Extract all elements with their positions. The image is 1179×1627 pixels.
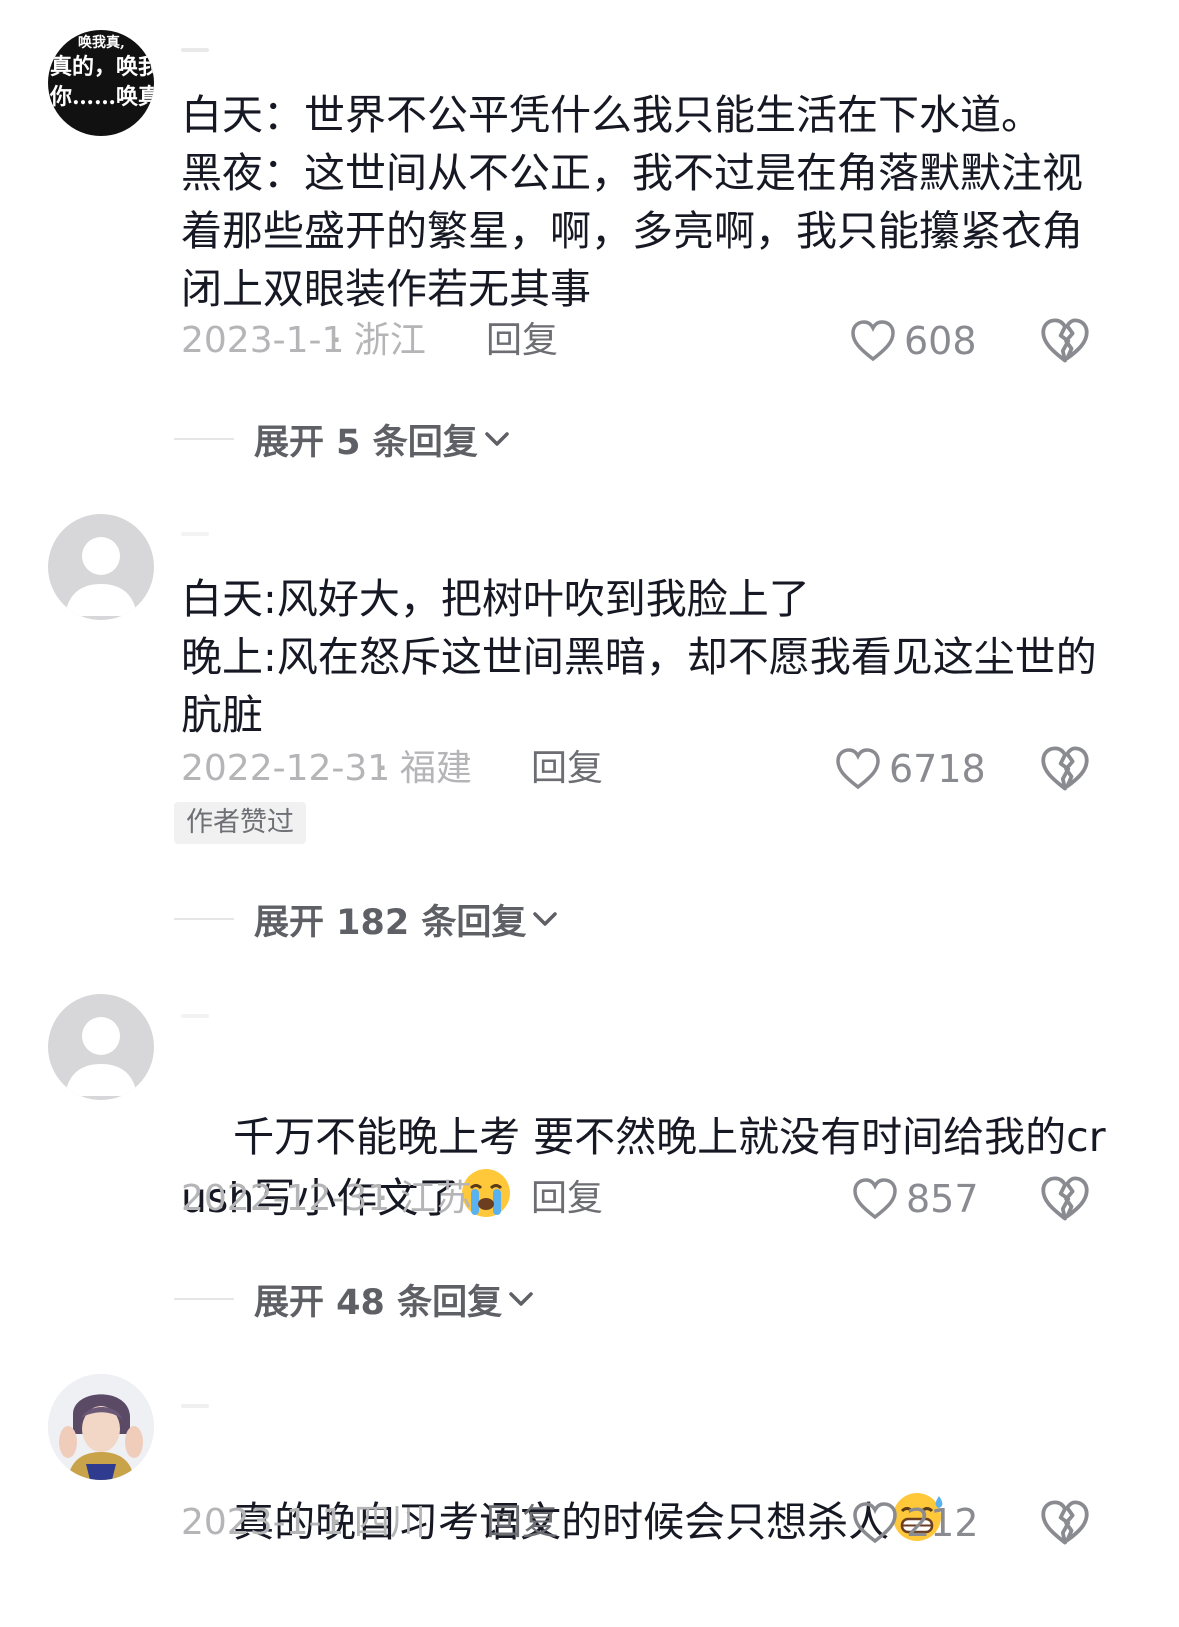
expand-replies-label: 展开 182 条回复 bbox=[254, 902, 527, 943]
avatar[interactable]: 唤我真, 真的，唤我 你……唤真是 bbox=[48, 30, 154, 136]
divider-line bbox=[174, 918, 234, 920]
comment-date: 2022-12-31 bbox=[181, 1178, 391, 1219]
divider-line bbox=[174, 438, 234, 440]
like-button[interactable]: 6718 bbox=[835, 744, 986, 794]
avatar[interactable] bbox=[48, 1374, 154, 1480]
author-liked-badge: 作者赞过 bbox=[174, 802, 306, 844]
like-count: 6718 bbox=[889, 747, 986, 791]
broken-heart-icon[interactable] bbox=[1040, 316, 1090, 366]
comment-text: 白天:风好大，把树叶吹到我脸上了 晚上:风在怒斥这世间黑暗，却不愿我看见这尘世的… bbox=[181, 575, 1097, 739]
avatar-text-line: 你……唤真是 bbox=[50, 84, 154, 110]
reply-button[interactable]: 回复 bbox=[486, 1498, 558, 1548]
expand-replies-button[interactable]: 展开 48 条回复 bbox=[174, 1274, 536, 1324]
comment-date: 2022-12-31 bbox=[181, 748, 391, 789]
comment-location: · 四川 bbox=[331, 1502, 426, 1543]
chevron-down-icon bbox=[484, 432, 509, 446]
like-button[interactable]: 857 bbox=[852, 1174, 979, 1224]
like-button[interactable]: 212 bbox=[852, 1498, 979, 1548]
avatar-text-line: 真的，唤我 bbox=[50, 54, 154, 80]
default-user-icon bbox=[65, 1017, 137, 1096]
like-button[interactable]: 608 bbox=[850, 316, 977, 366]
comment-date: 2023-1-1 bbox=[181, 1502, 345, 1543]
username-placeholder bbox=[181, 1404, 209, 1408]
chevron-down-icon bbox=[509, 1292, 533, 1306]
like-count: 212 bbox=[906, 1501, 979, 1545]
expand-replies-label: 展开 48 条回复 bbox=[254, 1282, 503, 1323]
avatar[interactable] bbox=[48, 514, 154, 620]
divider-line bbox=[174, 1298, 234, 1300]
reply-button[interactable]: 回复 bbox=[531, 744, 603, 794]
expand-replies-button[interactable]: 展开 182 条回复 bbox=[174, 894, 560, 944]
default-user-icon bbox=[65, 537, 137, 616]
avatar-photo bbox=[48, 1374, 154, 1480]
username-placeholder bbox=[181, 1014, 209, 1018]
like-count: 857 bbox=[906, 1177, 979, 1221]
comment-location: · 江苏 bbox=[377, 1178, 472, 1219]
expand-replies-label: 展开 5 条回复 bbox=[254, 422, 478, 463]
comment-text: 千万不能晚上考 要不然晚上就没有时间给我的crush写小作文了 bbox=[181, 1050, 1111, 1285]
heart-icon bbox=[853, 1178, 897, 1220]
heart-icon bbox=[853, 1502, 897, 1544]
username-placeholder bbox=[181, 532, 209, 536]
broken-heart-icon[interactable] bbox=[1040, 1174, 1090, 1224]
expand-replies-button[interactable]: 展开 5 条回复 bbox=[174, 414, 512, 464]
avatar-text-line: 唤我真, bbox=[78, 35, 125, 51]
comment-date: 2023-1-1 bbox=[181, 320, 345, 361]
broken-heart-icon[interactable] bbox=[1040, 1498, 1090, 1548]
heart-icon bbox=[836, 748, 880, 790]
comment-location: · 浙江 bbox=[331, 320, 426, 361]
comment-text: 白天：世界不公平凭什么我只能生活在下水道。 黑夜：这世间从不公正，我不过是在角落… bbox=[181, 91, 1083, 313]
avatar[interactable] bbox=[48, 994, 154, 1100]
like-count: 608 bbox=[904, 319, 977, 363]
comment-location: · 福建 bbox=[377, 748, 472, 789]
broken-heart-icon[interactable] bbox=[1040, 744, 1090, 794]
heart-icon bbox=[851, 320, 895, 362]
reply-button[interactable]: 回复 bbox=[531, 1174, 603, 1224]
chevron-down-icon bbox=[533, 912, 558, 926]
username-placeholder bbox=[181, 48, 209, 52]
reply-button[interactable]: 回复 bbox=[486, 316, 558, 366]
